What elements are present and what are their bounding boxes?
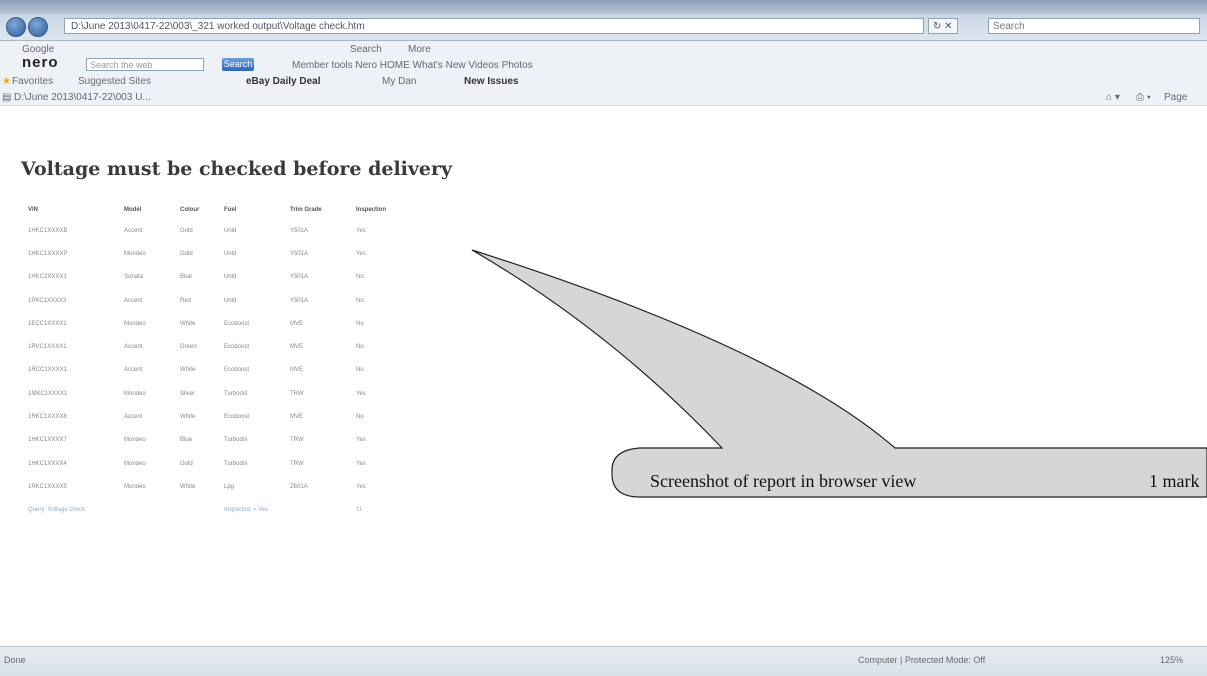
security-zone[interactable]: Computer | Protected Mode: Off bbox=[858, 655, 985, 665]
callout-shape bbox=[471, 249, 1207, 498]
zoom-level[interactable]: 125% bbox=[1160, 655, 1183, 665]
callout-label: Screenshot of report in browser view bbox=[650, 471, 917, 491]
status-bar: Done Computer | Protected Mode: Off 125% bbox=[0, 646, 1207, 676]
callout-marks: 1 mark bbox=[1149, 471, 1200, 491]
status-text: Done bbox=[4, 655, 26, 665]
callout-annotation bbox=[471, 249, 1207, 498]
